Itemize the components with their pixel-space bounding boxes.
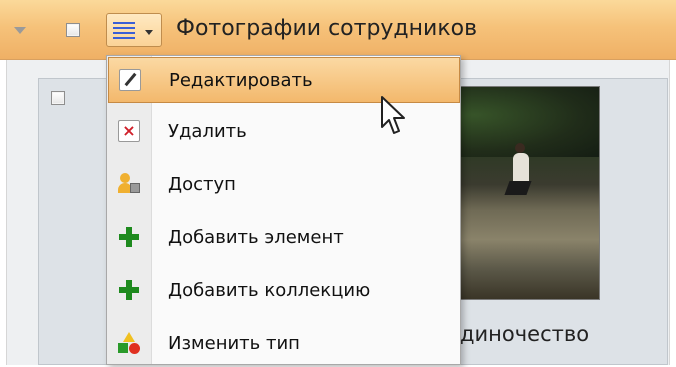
menu-item-add-collection[interactable]: Добавить коллекцию [108, 268, 460, 314]
list-menu-icon [113, 20, 135, 40]
menu-item-label: Добавить коллекцию [168, 280, 371, 301]
item-select-checkbox[interactable] [51, 91, 65, 105]
header-select-checkbox[interactable] [66, 23, 80, 37]
collection-header: Фотографии сотрудников [0, 0, 676, 60]
item-caption: диночество [460, 322, 590, 346]
delete-icon: × [118, 120, 140, 142]
menu-item-add-element[interactable]: Добавить элемент [108, 215, 460, 261]
menu-item-change-type[interactable]: Изменить тип [108, 321, 460, 367]
menu-item-access[interactable]: Доступ [108, 162, 460, 208]
change-type-icon [118, 332, 140, 354]
chevron-down-icon [145, 30, 153, 35]
collapse-arrow-icon[interactable] [14, 27, 26, 34]
menu-item-label: Добавить элемент [168, 227, 344, 248]
menu-item-label: Доступ [168, 174, 236, 195]
menu-item-label: Редактировать [169, 70, 313, 91]
access-icon [118, 173, 140, 195]
menu-item-label: Изменить тип [168, 333, 300, 354]
add-icon [118, 226, 140, 248]
collection-title: Фотографии сотрудников [176, 16, 478, 41]
pencil-icon [119, 69, 141, 91]
add-icon [118, 279, 140, 301]
menu-item-label: Удалить [168, 121, 247, 142]
mouse-cursor-icon [381, 96, 405, 134]
actions-menu-button[interactable] [106, 13, 162, 47]
